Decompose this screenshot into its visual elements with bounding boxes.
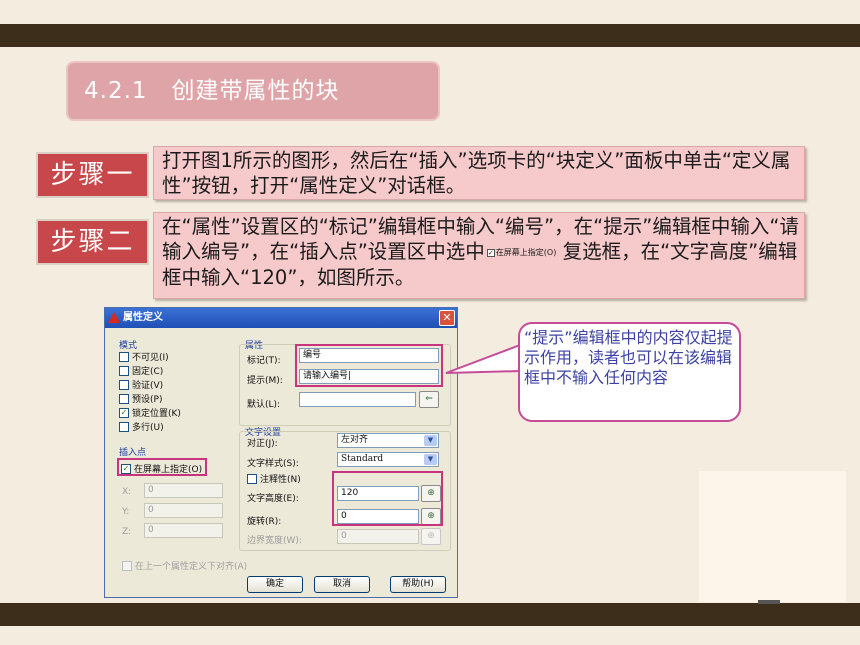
inline-checkbox-image: ✓ 在屏幕上指定(O) xyxy=(486,240,557,265)
on-screen-highlight xyxy=(117,458,207,476)
annotative-checkbox[interactable]: 注释性(N) xyxy=(247,472,301,485)
checkbox-box xyxy=(122,560,132,571)
dialog-titlebar: 属性定义 xyxy=(105,308,457,328)
prompt-label: 提示(M): xyxy=(247,376,283,386)
lock-position-checkbox[interactable]: ✓ 锁定位置(K) xyxy=(119,406,181,419)
justify-select[interactable]: 左对齐 ▼ xyxy=(337,433,439,448)
chevron-down-icon: ▼ xyxy=(424,435,437,446)
tag-prompt-highlight xyxy=(295,344,443,387)
verify-checkbox[interactable]: 验证(V) xyxy=(119,378,163,391)
paper-sheet xyxy=(699,471,846,602)
checkbox-box xyxy=(119,379,129,390)
pick-boundary-icon[interactable]: ⊕ xyxy=(421,528,441,545)
attribute-definition-dialog: 属性定义 ✕ 模式 不可见(I) 固定(C) 验证(V) 预设(P) ✓ 锁定位置… xyxy=(104,307,458,598)
ok-button[interactable]: 确定 xyxy=(247,576,303,593)
check-icon: ✓ xyxy=(119,407,129,418)
x-label: X: xyxy=(122,487,132,497)
checkbox-box xyxy=(247,473,257,484)
tag-label: 标记(T): xyxy=(247,356,281,366)
z-label: Z: xyxy=(122,527,132,537)
y-label: Y: xyxy=(122,507,130,517)
y-field[interactable]: 0 xyxy=(144,503,223,518)
height-rotation-highlight xyxy=(332,471,443,526)
justify-label: 对正(J): xyxy=(247,439,278,449)
bottom-band xyxy=(0,603,860,626)
checkbox-box xyxy=(119,421,129,432)
x-field[interactable]: 0 xyxy=(144,483,223,498)
chevron-down-icon: ▼ xyxy=(424,454,437,465)
constant-checkbox[interactable]: 固定(C) xyxy=(119,364,163,377)
check-icon: ✓ xyxy=(486,248,495,257)
dialog-title: 属性定义 xyxy=(123,312,163,323)
close-button[interactable]: ✕ xyxy=(439,310,455,326)
multiline-checkbox[interactable]: 多行(U) xyxy=(119,420,164,433)
boundary-width-label: 边界宽度(W): xyxy=(247,536,302,546)
inline-checkbox-label: 在屏幕上指定(O) xyxy=(495,248,557,257)
step-one-text: 打开图1所示的图形，然后在“插入”选项卡的“块定义”面板中单击“定义属性”按钮，… xyxy=(153,146,805,200)
default-label: 默认(L): xyxy=(247,400,281,410)
checkbox-box xyxy=(119,365,129,376)
step-one-tag: 步骤一 xyxy=(36,152,149,198)
preset-checkbox[interactable]: 预设(P) xyxy=(119,392,162,405)
checkbox-box xyxy=(119,351,129,362)
z-field[interactable]: 0 xyxy=(144,523,223,538)
callout-note: “提示”编辑框中的内容仅起提示作用，读者也可以在该编辑框中不输入任何内容 xyxy=(518,322,741,422)
insertion-point-group-label: 插入点 xyxy=(119,448,147,458)
text-height-label: 文字高度(E): xyxy=(247,494,299,504)
text-style-select[interactable]: Standard ▼ xyxy=(337,452,439,467)
callout-pointer xyxy=(445,343,521,374)
checkbox-box xyxy=(119,393,129,404)
step-two-text: 在“属性”设置区的“标记”编辑框中输入“编号”，在“提示”编辑框中输入“请输入编… xyxy=(153,212,805,299)
cancel-button[interactable]: 取消 xyxy=(314,576,370,593)
step-two-tag: 步骤二 xyxy=(36,219,149,265)
section-title: 4.2.1 创建带属性的块 xyxy=(66,61,440,121)
align-below-checkbox[interactable]: 在上一个属性定义下对齐(A) xyxy=(122,559,247,572)
help-button[interactable]: 帮助(H) xyxy=(390,576,446,593)
invisible-checkbox[interactable]: 不可见(I) xyxy=(119,350,169,363)
insert-field-icon[interactable]: ⇐ xyxy=(419,391,439,408)
top-band xyxy=(0,24,860,47)
boundary-width-input[interactable]: 0 xyxy=(337,529,419,544)
autocad-logo-icon xyxy=(108,312,120,323)
slide-mark xyxy=(758,600,780,604)
default-input[interactable] xyxy=(299,392,416,407)
text-style-label: 文字样式(S): xyxy=(247,459,299,469)
rotation-label: 旋转(R): xyxy=(247,517,282,527)
